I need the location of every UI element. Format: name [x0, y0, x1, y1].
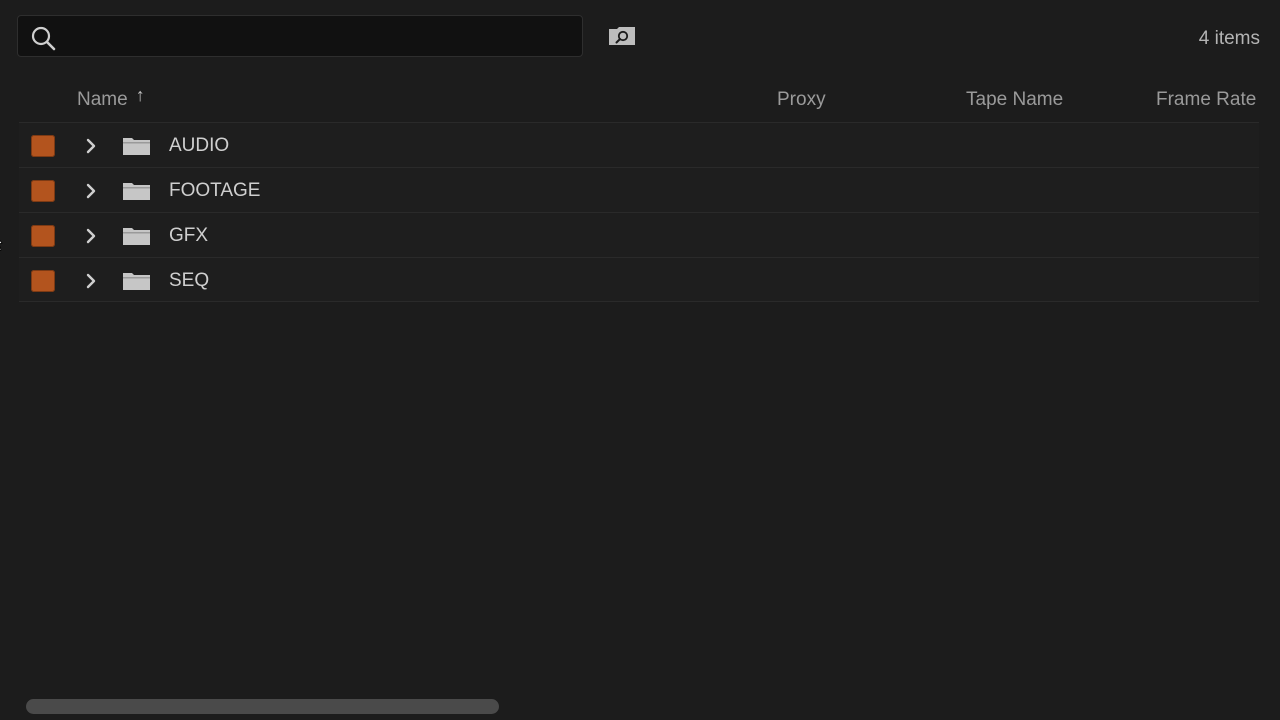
folder-icon	[123, 273, 150, 290]
label-color-swatch[interactable]	[31, 180, 55, 202]
folder-icon	[123, 183, 150, 200]
bin-list: AUDIO FOOTAGE GFX SEQ	[19, 122, 1259, 302]
column-header-name[interactable]: Name ↑	[77, 85, 145, 111]
column-header-frame-rate[interactable]: Frame Rate	[1156, 89, 1260, 111]
folder-icon	[123, 138, 150, 155]
list-item[interactable]: FOOTAGE	[19, 167, 1259, 212]
mouse-cursor-icon	[0, 240, 3, 251]
chevron-right-icon[interactable]	[83, 135, 99, 157]
label-color-swatch[interactable]	[31, 135, 55, 157]
label-color-swatch[interactable]	[31, 225, 55, 247]
folder-icon	[123, 228, 150, 245]
list-item[interactable]: AUDIO	[19, 122, 1259, 167]
list-item[interactable]: GFX	[19, 212, 1259, 257]
chevron-right-icon[interactable]	[83, 225, 99, 247]
project-panel: 4 items Name ↑ Proxy Tape Name Frame Rate…	[0, 0, 1280, 720]
column-header-name-label: Name	[77, 89, 128, 110]
list-item[interactable]: SEQ	[19, 257, 1259, 302]
chevron-right-icon[interactable]	[83, 180, 99, 202]
bin-name[interactable]: FOOTAGE	[169, 180, 260, 202]
find-folder-icon[interactable]	[607, 24, 637, 48]
label-color-swatch[interactable]	[31, 270, 55, 292]
chevron-right-icon[interactable]	[83, 270, 99, 292]
search-icon	[31, 26, 56, 51]
bin-name[interactable]: SEQ	[169, 270, 209, 292]
search-input[interactable]	[66, 22, 570, 52]
search-box[interactable]	[17, 15, 583, 57]
bin-name[interactable]: AUDIO	[169, 135, 229, 157]
column-header-proxy[interactable]: Proxy	[777, 89, 826, 111]
bin-name[interactable]: GFX	[169, 225, 208, 247]
column-header-tape-name[interactable]: Tape Name	[966, 89, 1063, 111]
item-count: 4 items	[1198, 28, 1260, 49]
sort-ascending-icon: ↑	[135, 85, 145, 105]
horizontal-scrollbar[interactable]	[26, 699, 499, 714]
